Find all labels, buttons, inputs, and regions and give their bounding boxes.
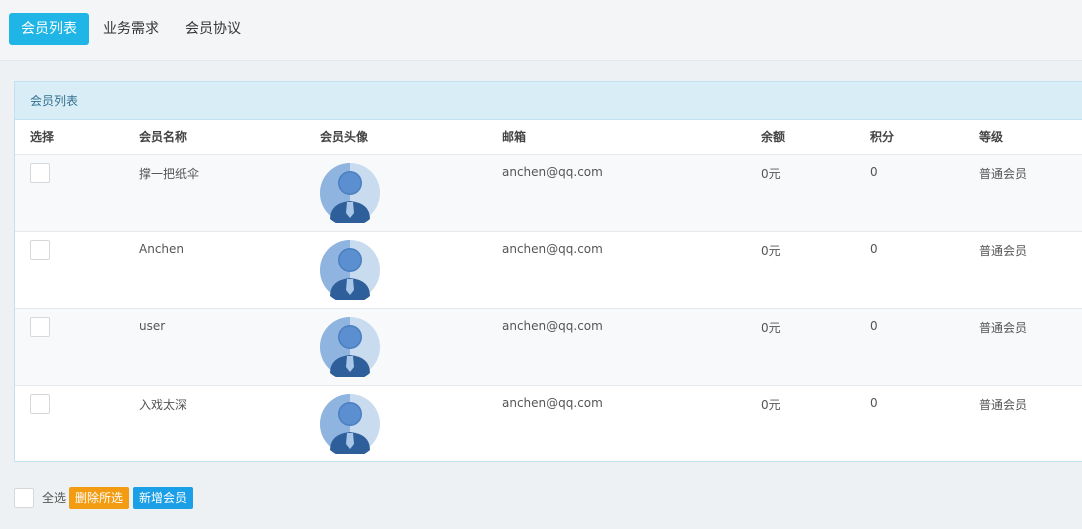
select-all-label: 全选 [42, 491, 67, 505]
header-member-avatar: 会员头像 [305, 120, 487, 155]
user-avatar-icon [320, 239, 380, 300]
row-checkbox[interactable] [30, 316, 50, 337]
member-balance: 0元 [746, 231, 855, 309]
header-balance: 余额 [746, 120, 855, 155]
member-name: 撑一把纸伞 [124, 154, 305, 232]
panel-title: 会员列表 [15, 82, 1082, 120]
tab-member-agreement[interactable]: 会员协议 [177, 13, 249, 45]
member-balance: 0元 [761, 397, 781, 412]
row-checkbox[interactable] [30, 239, 50, 260]
member-email: anchen@qq.com [502, 395, 603, 410]
user-avatar-icon [320, 393, 380, 454]
row-checkbox[interactable] [30, 393, 50, 414]
member-points: 0 [870, 395, 878, 410]
table-row: user anchen@qq.com 0元 0 普通会员 [15, 308, 1082, 386]
member-points: 0 [855, 308, 964, 386]
header-member-name: 会员名称 [124, 120, 305, 155]
member-level: 普通会员 [964, 308, 1082, 386]
row-checkbox[interactable] [30, 162, 50, 183]
member-list-panel: 会员列表 选择 会员名称 会员头像 邮箱 余额 积分 等级 撑一把纸伞 anch… [14, 81, 1082, 462]
header-level: 等级 [964, 120, 1082, 155]
user-avatar-icon [320, 316, 380, 377]
member-name: 入戏太深 [139, 397, 188, 412]
tab-business-requirements[interactable]: 业务需求 [95, 13, 167, 45]
header-email: 邮箱 [487, 120, 746, 155]
member-level: 普通会员 [964, 231, 1082, 309]
table-row: 撑一把纸伞 anchen@qq.com 0元 0 普通会员 [15, 154, 1082, 232]
header-points: 积分 [855, 120, 964, 155]
table-header-row: 选择 会员名称 会员头像 邮箱 余额 积分 等级 [15, 120, 1082, 155]
member-name: user [124, 308, 305, 386]
bulk-actions-bar: 全选 删除所选 新增会员 [14, 487, 314, 509]
select-all-checkbox[interactable] [14, 488, 34, 508]
member-email: anchen@qq.com [487, 308, 746, 386]
tab-member-list[interactable]: 会员列表 [9, 13, 89, 45]
member-points: 0 [855, 231, 964, 309]
member-balance: 0元 [746, 308, 855, 386]
user-avatar-icon [320, 162, 380, 223]
table-row: Anchen anchen@qq.com 0元 0 普通会员 [15, 231, 1082, 309]
member-level: 普通会员 [964, 154, 1082, 232]
member-name: Anchen [124, 231, 305, 309]
tab-bar: 会员列表 业务需求 会员协议 [0, 0, 1082, 61]
member-level: 普通会员 [979, 397, 1028, 412]
member-email: anchen@qq.com [487, 154, 746, 232]
member-balance: 0元 [746, 154, 855, 232]
member-email: anchen@qq.com [487, 231, 746, 309]
header-select: 选择 [15, 120, 124, 155]
delete-selected-button[interactable]: 删除所选 [69, 487, 130, 509]
member-points: 0 [855, 154, 964, 232]
table-row: 入戏太深 anchen@qq.com 0元 0 普通会员 [15, 385, 1082, 462]
member-table: 选择 会员名称 会员头像 邮箱 余额 积分 等级 撑一把纸伞 anchen@qq… [15, 120, 1082, 462]
add-member-button[interactable]: 新增会员 [133, 487, 194, 509]
